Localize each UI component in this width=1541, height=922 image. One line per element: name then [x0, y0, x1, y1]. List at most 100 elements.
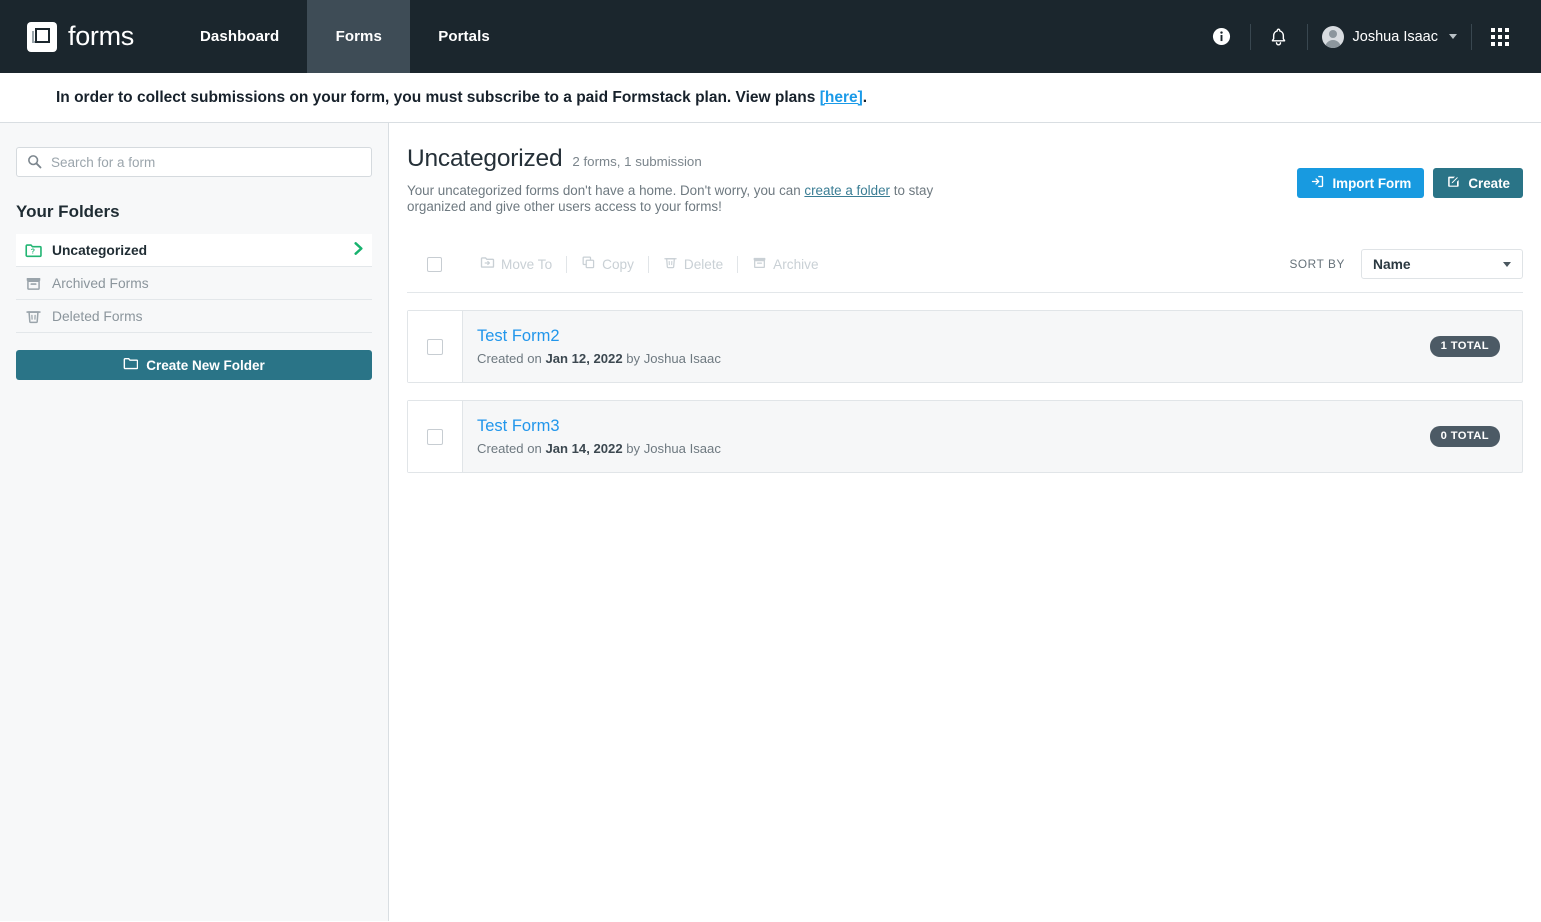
create-new-folder-label: Create New Folder: [146, 357, 265, 373]
move-to-folder-icon: [480, 255, 495, 273]
archive-box-icon: [752, 255, 767, 273]
form-created-prefix: Created on: [477, 440, 546, 456]
chevron-down-icon: [1449, 34, 1457, 39]
row-checkbox-cell: [408, 401, 463, 473]
trash-icon: [663, 255, 678, 273]
checkbox-unchecked-icon[interactable]: [427, 338, 443, 355]
form-created-date: Jan 14, 2022: [545, 440, 623, 456]
row-checkbox-cell: [408, 311, 463, 383]
table-row[interactable]: Test Form2 Created on Jan 12, 2022 by Jo…: [407, 310, 1523, 384]
caret-down-icon: [1503, 261, 1511, 267]
copy-button[interactable]: Copy: [567, 255, 648, 273]
nav-divider-3: [1471, 23, 1472, 50]
sidebar-item-deleted-forms[interactable]: Deleted Forms: [16, 300, 372, 333]
import-icon: [1310, 174, 1325, 192]
banner-here-link[interactable]: [here]: [820, 89, 863, 106]
bell-icon[interactable]: [1259, 17, 1299, 57]
import-form-button[interactable]: Import Form: [1297, 168, 1425, 198]
apps-grid-icon[interactable]: [1480, 17, 1520, 57]
move-to-label: Move To: [501, 256, 553, 272]
sidebar-item-deleted-forms-label: Deleted Forms: [52, 308, 143, 324]
folder-description-before: Your uncategorized forms don't have a ho…: [407, 183, 805, 198]
sort-controls: SORT BY Name: [1289, 249, 1523, 280]
archive-button[interactable]: Archive: [738, 255, 832, 273]
move-to-button[interactable]: Move To: [466, 255, 566, 273]
delete-label: Delete: [683, 256, 724, 272]
nav-right-actions: Joshua Isaac: [1202, 0, 1541, 73]
folders-heading: Your Folders: [16, 202, 120, 221]
form-meta: Created on Jan 14, 2022 by Joshua Isaac: [477, 441, 1430, 456]
main-header-text-block: Uncategorized 2 forms, 1 submission Your…: [407, 145, 1297, 214]
copy-icon: [581, 255, 596, 273]
status-badge: 0 TOTAL: [1429, 426, 1500, 448]
checkbox-unchecked-icon[interactable]: [427, 428, 443, 445]
user-menu-button[interactable]: Joshua Isaac: [1316, 25, 1463, 48]
form-created-prefix: Created on: [477, 350, 546, 366]
create-a-folder-link[interactable]: create a folder: [804, 183, 890, 198]
nav-tab-dashboard[interactable]: Dashboard: [172, 0, 307, 73]
svg-text:?: ?: [31, 248, 35, 255]
nav-tab-dashboard-label: Dashboard: [200, 28, 280, 45]
info-circle-icon[interactable]: [1202, 17, 1242, 57]
form-count-label: 2 forms, 1 submission: [572, 154, 702, 169]
banner-text-after: .: [862, 88, 868, 106]
brand-logo-link[interactable]: forms: [0, 0, 150, 73]
page-title: Uncategorized: [407, 145, 563, 172]
sort-by-select[interactable]: Name: [1361, 249, 1523, 280]
chevron-right-icon: [351, 240, 366, 260]
row-right-actions: 1 TOTAL: [1429, 311, 1522, 382]
nav-tab-forms-label: Forms: [335, 28, 382, 45]
pencil-square-icon: [1446, 174, 1461, 192]
select-all-checkbox[interactable]: [427, 256, 442, 272]
subscription-banner-text: In order to collect submissions on your …: [56, 89, 867, 107]
brand-label: forms: [68, 21, 135, 51]
forms-list: Test Form2 Created on Jan 12, 2022 by Jo…: [407, 310, 1523, 474]
banner-text-before: In order to collect submissions on your …: [56, 88, 820, 106]
user-name-label: Joshua Isaac: [1352, 28, 1438, 45]
nav-divider-1: [1249, 23, 1251, 50]
delete-button[interactable]: Delete: [649, 255, 737, 273]
form-name-link[interactable]: Test Form2: [477, 327, 1430, 347]
subscription-banner: In order to collect submissions on your …: [0, 73, 1541, 123]
create-new-folder-button[interactable]: Create New Folder: [16, 350, 372, 380]
main-nav-tabs: Dashboard Forms Portals: [172, 0, 518, 73]
sidebar-item-archived-forms-label: Archived Forms: [52, 275, 149, 291]
form-created-by: by Joshua Isaac: [622, 350, 721, 366]
row-right-actions: 0 TOTAL: [1429, 401, 1522, 472]
page-layout: Your Folders ? Uncategorized: [0, 123, 1541, 921]
status-badge: 1 TOTAL: [1429, 336, 1500, 358]
folder-description: Your uncategorized forms don't have a ho…: [407, 183, 967, 214]
search-input[interactable]: [16, 147, 372, 177]
row-details: Test Form2 Created on Jan 12, 2022 by Jo…: [463, 311, 1430, 382]
folder-question-icon: ?: [25, 242, 42, 259]
folders-sidebar: Your Folders ? Uncategorized: [0, 123, 389, 921]
sidebar-item-uncategorized[interactable]: ? Uncategorized: [16, 234, 372, 267]
form-created-date: Jan 12, 2022: [545, 350, 623, 366]
trash-icon: [25, 308, 42, 325]
user-avatar-icon: [1321, 25, 1344, 48]
formstack-logo-icon: [27, 21, 57, 52]
form-created-by: by Joshua Isaac: [622, 440, 721, 456]
nav-tab-forms[interactable]: Forms: [307, 0, 411, 73]
row-details: Test Form3 Created on Jan 14, 2022 by Jo…: [463, 401, 1430, 472]
archive-box-icon: [25, 275, 42, 292]
title-row: Uncategorized 2 forms, 1 submission: [407, 145, 1297, 173]
search-form-wrapper: [16, 147, 372, 177]
form-meta: Created on Jan 12, 2022 by Joshua Isaac: [477, 351, 1430, 366]
header-action-buttons: Import Form Create: [1297, 168, 1523, 198]
bulk-action-toolbar: Move To Copy Delete Archive SORT BY Name: [407, 249, 1523, 294]
sidebar-item-uncategorized-label: Uncategorized: [52, 242, 148, 258]
sidebar-item-archived-forms[interactable]: Archived Forms: [16, 267, 372, 300]
sort-by-value: Name: [1373, 256, 1411, 272]
create-form-label: Create: [1468, 175, 1510, 191]
folder-plus-icon: [123, 356, 139, 374]
nav-tab-portals[interactable]: Portals: [410, 0, 518, 73]
sort-by-label: SORT BY: [1289, 257, 1345, 272]
create-form-button[interactable]: Create: [1433, 168, 1523, 198]
form-name-link[interactable]: Test Form3: [477, 417, 1430, 437]
main-content: Uncategorized 2 forms, 1 submission Your…: [389, 123, 1541, 921]
table-row[interactable]: Test Form3 Created on Jan 14, 2022 by Jo…: [407, 400, 1523, 474]
folder-list: ? Uncategorized Archived Forms Deleted F…: [16, 234, 372, 333]
top-navigation-bar: forms Dashboard Forms Portals Joshua Isa…: [0, 0, 1541, 73]
archive-label: Archive: [773, 256, 819, 272]
